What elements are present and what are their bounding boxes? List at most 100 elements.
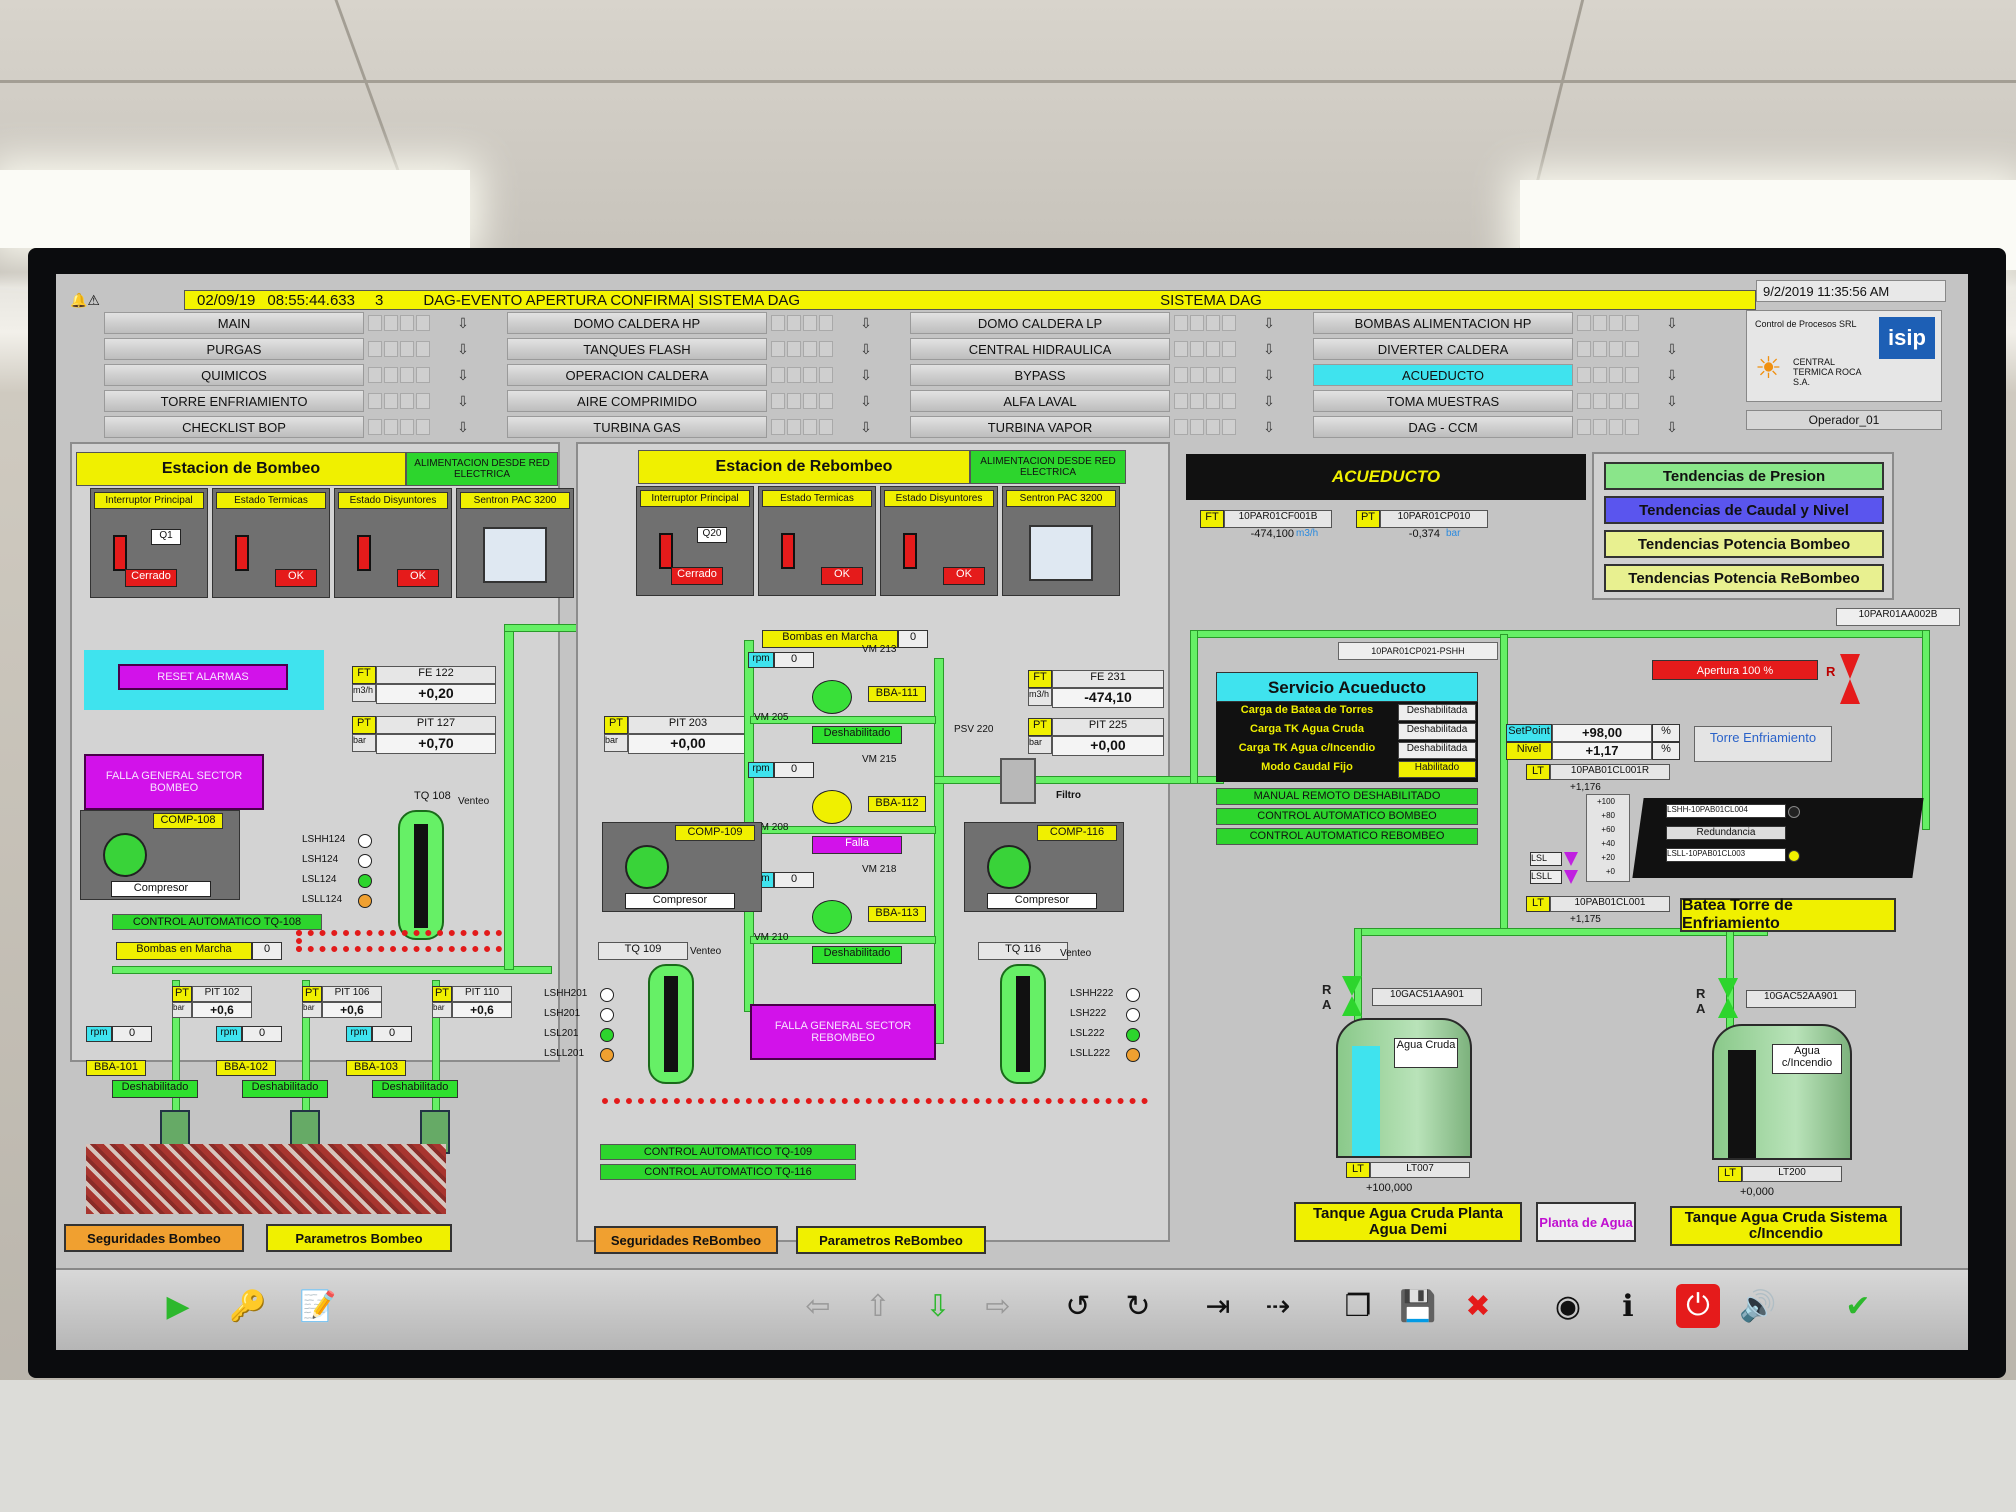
compresor-116[interactable]: COMP-116 Compresor bbox=[964, 822, 1124, 912]
nav-dag-ccm[interactable]: DAG - CCM bbox=[1313, 416, 1573, 438]
centrifugal-pump[interactable] bbox=[812, 790, 852, 824]
nav-arrow-icon[interactable]: ⇩ bbox=[454, 314, 472, 332]
trend-button[interactable]: Tendencias Potencia Bombeo bbox=[1604, 530, 1884, 558]
tank-116[interactable] bbox=[1000, 964, 1046, 1084]
seguridades-bombeo-button[interactable]: Seguridades Bombeo bbox=[64, 1224, 244, 1252]
nav-arrow-icon[interactable]: ⇩ bbox=[857, 340, 875, 358]
note-icon[interactable]: 📝 bbox=[296, 1284, 340, 1328]
pump-state[interactable]: Deshabilitado bbox=[372, 1080, 458, 1098]
suction-valve[interactable] bbox=[756, 696, 772, 710]
tile-1[interactable]: Estado Termicas OK bbox=[212, 488, 330, 598]
arrow-up-icon[interactable]: ⇧ bbox=[856, 1284, 900, 1328]
centrifugal-pump[interactable] bbox=[812, 900, 852, 934]
pump-state[interactable]: Deshabilitado bbox=[112, 1080, 198, 1098]
discharge-valve[interactable] bbox=[902, 672, 918, 686]
redo-icon[interactable]: ↻ bbox=[1116, 1284, 1160, 1328]
nav-arrow-icon[interactable]: ⇩ bbox=[1260, 340, 1278, 358]
inlet-valve[interactable] bbox=[1840, 654, 1860, 704]
save-icon[interactable]: 💾 bbox=[1396, 1284, 1440, 1328]
torre-enfriamiento-button[interactable]: Torre Enfriamiento bbox=[1694, 726, 1832, 762]
nav-arrow-icon[interactable]: ⇩ bbox=[454, 418, 472, 436]
nav-arrow-icon[interactable]: ⇩ bbox=[1663, 314, 1681, 332]
servicio-row-value[interactable]: Deshabilitada bbox=[1398, 704, 1476, 721]
copy-icon[interactable]: ❐ bbox=[1336, 1284, 1380, 1328]
psh-switch[interactable]: 10PAR01CP021-PSHH bbox=[1338, 642, 1498, 660]
ctrl-tq116[interactable]: CONTROL AUTOMATICO TQ-116 bbox=[600, 1164, 856, 1180]
nav-toma-muestras[interactable]: TOMA MUESTRAS bbox=[1313, 390, 1573, 412]
delete-icon[interactable]: ✖ bbox=[1456, 1284, 1500, 1328]
nav-tanques-flash[interactable]: TANQUES FLASH bbox=[507, 338, 767, 360]
setpoint-value[interactable]: +98,00 bbox=[1552, 724, 1652, 742]
nav-torre-enfriamiento[interactable]: TORRE ENFRIAMIENTO bbox=[104, 390, 364, 412]
nav-arrow-icon[interactable]: ⇩ bbox=[857, 392, 875, 410]
mode-button[interactable]: MANUAL REMOTO DESHABILITADO bbox=[1216, 788, 1478, 805]
nav-arrow-icon[interactable]: ⇩ bbox=[857, 418, 875, 436]
nav-acueducto[interactable]: ACUEDUCTO bbox=[1313, 364, 1573, 386]
centrifugal-pump[interactable] bbox=[812, 680, 852, 714]
falla-general-rebombeo[interactable]: FALLA GENERAL SECTOR REBOMBEO bbox=[750, 1004, 936, 1060]
discharge-valve[interactable] bbox=[902, 782, 918, 796]
nav-main[interactable]: MAIN bbox=[104, 312, 364, 334]
mode-button[interactable]: CONTROL AUTOMATICO BOMBEO bbox=[1216, 808, 1478, 825]
nav-checklist-bop[interactable]: CHECKLIST BOP bbox=[104, 416, 364, 438]
nav-aire-comprimido[interactable]: AIRE COMPRIMIDO bbox=[507, 390, 767, 412]
nav-arrow-icon[interactable]: ⇩ bbox=[1260, 366, 1278, 384]
play-icon[interactable]: ▶ bbox=[156, 1284, 200, 1328]
nav-arrow-icon[interactable]: ⇩ bbox=[454, 340, 472, 358]
servicio-row-value[interactable]: Deshabilitada bbox=[1398, 723, 1476, 740]
nav-arrow-icon[interactable]: ⇩ bbox=[454, 392, 472, 410]
sound-icon[interactable]: 🔊 bbox=[1736, 1284, 1780, 1328]
planta-agua-button[interactable]: Planta de Agua bbox=[1536, 1202, 1636, 1242]
suction-valve[interactable] bbox=[756, 806, 772, 820]
tile-2[interactable]: Estado Disyuntores OK bbox=[334, 488, 452, 598]
nav-diverter-caldera[interactable]: DIVERTER CALDERA bbox=[1313, 338, 1573, 360]
nav-arrow-icon[interactable]: ⇩ bbox=[1260, 392, 1278, 410]
nav-quimicos[interactable]: QUIMICOS bbox=[104, 364, 364, 386]
tanque-incendio-button[interactable]: Tanque Agua Cruda Sistema c/Incendio bbox=[1670, 1206, 1902, 1246]
alarm-bell-icon[interactable]: 🔔⚠ bbox=[70, 292, 110, 308]
operator-label[interactable]: Operador_01 bbox=[1746, 410, 1942, 430]
view-icon[interactable]: ◉ bbox=[1546, 1284, 1590, 1328]
tank-109[interactable] bbox=[648, 964, 694, 1084]
nav-bombas-alimentacion-hp[interactable]: BOMBAS ALIMENTACION HP bbox=[1313, 312, 1573, 334]
info-icon[interactable]: ℹ bbox=[1606, 1284, 1650, 1328]
nav-turbina-vapor[interactable]: TURBINA VAPOR bbox=[910, 416, 1170, 438]
filter[interactable] bbox=[1000, 758, 1036, 804]
compresor-108[interactable]: COMP-108 Compresor bbox=[80, 810, 240, 900]
nav-bypass[interactable]: BYPASS bbox=[910, 364, 1170, 386]
tank-agua-cruda[interactable]: Agua Cruda bbox=[1336, 1018, 1472, 1158]
trend-button[interactable]: Tendencias de Caudal y Nivel bbox=[1604, 496, 1884, 524]
import-icon[interactable]: ⇥ bbox=[1196, 1284, 1240, 1328]
nav-arrow-icon[interactable]: ⇩ bbox=[1663, 366, 1681, 384]
tank-agua-incendio[interactable]: Agua c/Incendio bbox=[1712, 1024, 1852, 1160]
key-icon[interactable]: 🔑 bbox=[226, 1284, 270, 1328]
alarm-banner[interactable]: 02/09/19 08:55:44.633 3 DAG-EVENTO APERT… bbox=[184, 290, 1756, 310]
nav-arrow-icon[interactable]: ⇩ bbox=[454, 366, 472, 384]
parametros-bombeo-button[interactable]: Parametros Bombeo bbox=[266, 1224, 452, 1252]
nav-domo-caldera-hp[interactable]: DOMO CALDERA HP bbox=[507, 312, 767, 334]
pump-state[interactable]: Deshabilitado bbox=[242, 1080, 328, 1098]
ctrl-tq109[interactable]: CONTROL AUTOMATICO TQ-109 bbox=[600, 1144, 856, 1160]
ctrl-tq108[interactable]: CONTROL AUTOMATICO TQ-108 bbox=[112, 914, 322, 930]
servicio-row-value[interactable]: Deshabilitada bbox=[1398, 742, 1476, 759]
parametros-rebombeo-button[interactable]: Parametros ReBombeo bbox=[796, 1226, 986, 1254]
nav-arrow-icon[interactable]: ⇩ bbox=[1663, 418, 1681, 436]
pump-state[interactable]: Deshabilitado bbox=[812, 726, 902, 744]
batea-torre-label[interactable]: Batea Torre de Enfriamiento bbox=[1680, 897, 1896, 932]
tile-1[interactable]: Estado Termicas OK bbox=[758, 486, 876, 596]
seguridades-rebombeo-button[interactable]: Seguridades ReBombeo bbox=[594, 1226, 778, 1254]
nav-arrow-icon[interactable]: ⇩ bbox=[1663, 392, 1681, 410]
discharge-valve[interactable] bbox=[902, 892, 918, 906]
tanque-agua-cruda-button[interactable]: Tanque Agua Cruda Planta Agua Demi bbox=[1294, 1202, 1522, 1242]
nav-arrow-icon[interactable]: ⇩ bbox=[1260, 314, 1278, 332]
undo-icon[interactable]: ↺ bbox=[1056, 1284, 1100, 1328]
nav-turbina-gas[interactable]: TURBINA GAS bbox=[507, 416, 767, 438]
nav-operacion-caldera[interactable]: OPERACION CALDERA bbox=[507, 364, 767, 386]
reset-alarmas-button[interactable]: RESET ALARMAS bbox=[118, 664, 288, 690]
nav-arrow-icon[interactable]: ⇩ bbox=[857, 366, 875, 384]
nav-arrow-icon[interactable]: ⇩ bbox=[1260, 418, 1278, 436]
compresor-109[interactable]: COMP-109 Compresor bbox=[602, 822, 762, 912]
pump-state[interactable]: Deshabilitado bbox=[812, 946, 902, 964]
arrow-left-icon[interactable]: ⇦ bbox=[796, 1284, 840, 1328]
nav-arrow-icon[interactable]: ⇩ bbox=[857, 314, 875, 332]
